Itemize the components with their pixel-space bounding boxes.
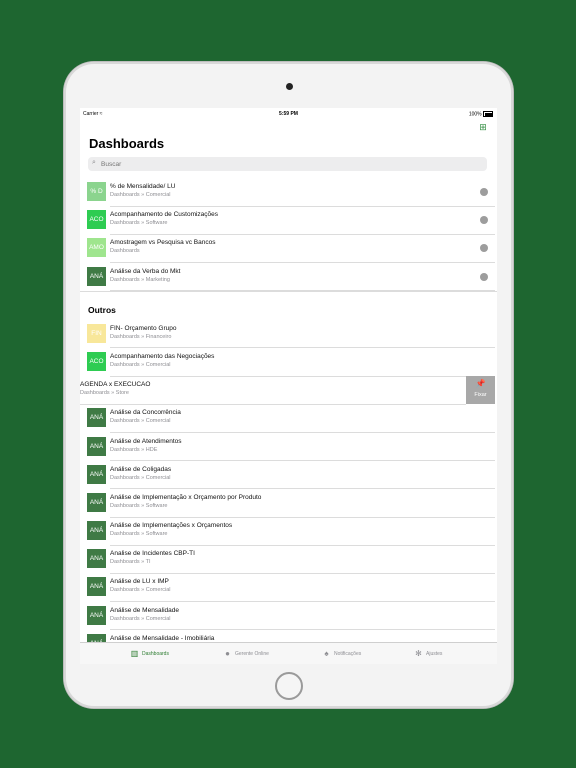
favorite-indicator-icon — [480, 216, 488, 225]
item-avatar: ANÁ — [87, 464, 106, 484]
list-item[interactable]: ANA Analise de Incidentes CBP-TI Dashboard… — [80, 545, 497, 574]
item-avatar: ACO — [87, 210, 106, 230]
list-item[interactable]: ANÁ Análise de Coligadas Dashboards » Come… — [80, 461, 497, 489]
list-item[interactable]: ANÁ Análise de Mensalidade - Imobiliária — [80, 630, 497, 642]
section-header-outros: Outros — [88, 304, 116, 315]
item-title: Análise de Coligadas — [110, 465, 172, 473]
item-subtitle: Dashboards » Comercial — [110, 361, 171, 368]
pin-icon: 📌 — [475, 379, 486, 389]
item-title: Análise de Implementação x Orçamento por… — [110, 493, 262, 501]
list-item[interactable]: ANÁ Análise da Concorrência Dashboards » C… — [80, 404, 497, 433]
item-title: Análise de Atendimentos — [110, 437, 182, 445]
list-item[interactable]: ANÁ Análise de Mensalidade Dashboards » Co… — [80, 602, 497, 630]
item-avatar: AMO — [87, 238, 106, 258]
more-list: ANÁ Análise da Concorrência Dashboards » C… — [80, 404, 497, 642]
favorite-indicator-icon — [480, 244, 488, 253]
item-title: % de Mensalidade/ LU — [110, 183, 176, 190]
item-subtitle: Dashboards » Financeiro — [110, 333, 172, 340]
search-input[interactable] — [101, 157, 481, 171]
tab-gerente-online[interactable]: ● Gerente Online — [223, 649, 269, 661]
battery-percent: 100% — [468, 111, 482, 118]
item-title: Análise de Mensalidade — [110, 606, 180, 614]
favorite-indicator-icon — [480, 188, 488, 196]
pin-button[interactable]: 📌 Fixar — [466, 376, 495, 405]
tab-bar: ▥ Dashboards ● Gerente Online ♠ Notificaçõe… — [80, 642, 497, 664]
item-avatar: % D — [87, 182, 106, 201]
item-avatar: ANA — [87, 549, 106, 569]
item-title: AGENDA x EXECUCAO — [80, 381, 151, 389]
item-avatar: FIN — [87, 323, 106, 343]
item-avatar: ANÁ — [87, 408, 106, 428]
item-subtitle: Dashboards » TI — [110, 559, 151, 566]
pin-label: Fixar — [474, 392, 487, 399]
list-item[interactable]: % D % de Mensalidade/ LU Dashboards » Come… — [80, 178, 497, 207]
item-subtitle: Dashboards » Comercial — [110, 587, 171, 594]
list-item[interactable]: ANÁ Análise de Implementações x Orçamento… — [80, 517, 497, 546]
item-subtitle: Dashboards » Software — [110, 531, 168, 538]
list-item[interactable]: ANÁ Análise da Verba do Mkt Dashboards » M… — [80, 263, 497, 291]
favorite-indicator-icon — [480, 272, 488, 281]
list-item[interactable]: ACO Acompanhamento das Negociações Dashboa… — [80, 348, 497, 377]
layout-toggle-icon[interactable]: ⊞ — [478, 122, 488, 132]
item-title: Análise de Implementações x Orçamentos — [110, 522, 233, 530]
favorites-list: % D % de Mensalidade/ LU Dashboards » Come… — [80, 178, 497, 291]
list-item[interactable]: ANÁ Análise de Implementação x Orçamento … — [80, 489, 497, 518]
item-subtitle: Dashboards » Store — [80, 390, 129, 397]
list-item-swiped[interactable]: AGENDA x EXECUCAO Dashboards » Store 📌 F… — [80, 376, 497, 405]
item-avatar: ACO — [87, 351, 106, 371]
app-screen: Carrier ≈ 5:59 PM 100% ⊞ Dashboards ⌕ % … — [80, 108, 497, 664]
item-avatar: ANÁ — [87, 633, 106, 642]
list-item[interactable]: FIN FIN- Orçamento Grupo Dashboards » Fina… — [80, 320, 497, 348]
item-subtitle: Dashboards » Comercial — [110, 192, 171, 198]
chart-icon: ▥ — [130, 649, 139, 658]
item-title: Amostragem vs Pesquisa vc Bancos — [110, 239, 216, 247]
item-avatar: ANÁ — [87, 266, 106, 286]
item-title: Acompanhamento de Customizações — [110, 211, 219, 219]
item-avatar: ANÁ — [87, 521, 106, 541]
dashboard-list[interactable]: % D % de Mensalidade/ LU Dashboards » Come… — [80, 178, 497, 642]
item-title: Análise da Concorrência — [110, 409, 181, 417]
item-title: Análise da Verba do Mkt — [110, 267, 181, 275]
list-item[interactable]: AMO Amostragem vs Pesquisa vc Bancos Dashb… — [80, 234, 497, 263]
item-title: Analise de Incidentes CBP-TI — [110, 550, 195, 558]
item-avatar: ANÁ — [87, 492, 106, 512]
item-subtitle: Dashboards — [110, 248, 140, 255]
ipad-device: Carrier ≈ 5:59 PM 100% ⊞ Dashboards ⌕ % … — [64, 62, 513, 708]
status-bar: Carrier ≈ 5:59 PM 100% — [80, 108, 497, 120]
item-title: Análise de Mensalidade - Imobiliária — [110, 634, 215, 642]
item-subtitle: Dashboards » Software — [110, 220, 168, 227]
others-list: FIN FIN- Orçamento Grupo Dashboards » Fina… — [80, 320, 497, 377]
search-bar[interactable]: ⌕ — [88, 157, 487, 171]
bell-icon: ♠ — [324, 649, 329, 658]
person-icon: ● — [225, 649, 230, 658]
item-subtitle: Dashboards » Software — [110, 502, 168, 509]
item-subtitle: Dashboards » Comercial — [110, 474, 171, 481]
tab-ajustes[interactable]: ✻ Ajustes — [414, 649, 442, 661]
item-avatar: ANÁ — [87, 577, 106, 597]
item-title: Análise de LU x IMP — [110, 578, 169, 586]
item-title: FIN- Orçamento Grupo — [110, 324, 177, 332]
item-subtitle: Dashboards » Marketing — [110, 276, 170, 283]
tab-notificacoes[interactable]: ♠ Notificações — [322, 649, 361, 661]
camera-icon — [286, 83, 293, 90]
list-item[interactable]: ANÁ Análise de Atendimentos Dashboards » H… — [80, 433, 497, 461]
item-avatar: ANÁ — [87, 605, 106, 625]
list-item[interactable]: ACO Acompanhamento de Customizações Dashbo… — [80, 206, 497, 235]
item-avatar: ANÁ — [87, 436, 106, 456]
tab-dashboards[interactable]: ▥ Dashboards — [130, 649, 169, 661]
page-title: Dashboards — [89, 136, 165, 151]
search-icon: ⌕ — [92, 159, 96, 166]
item-subtitle: Dashboards » Comercial — [110, 418, 171, 425]
item-subtitle: Dashboards » HDE — [110, 446, 158, 453]
battery-icon — [483, 111, 493, 117]
item-subtitle: Dashboards » Comercial — [110, 615, 171, 622]
item-title: Acompanhamento das Negociações — [110, 352, 215, 360]
status-time: 5:59 PM — [279, 111, 298, 117]
list-item[interactable]: ANÁ Análise de LU x IMP Dashboards » Comer… — [80, 573, 497, 602]
home-button[interactable] — [275, 672, 303, 700]
gear-icon: ✻ — [415, 649, 422, 658]
